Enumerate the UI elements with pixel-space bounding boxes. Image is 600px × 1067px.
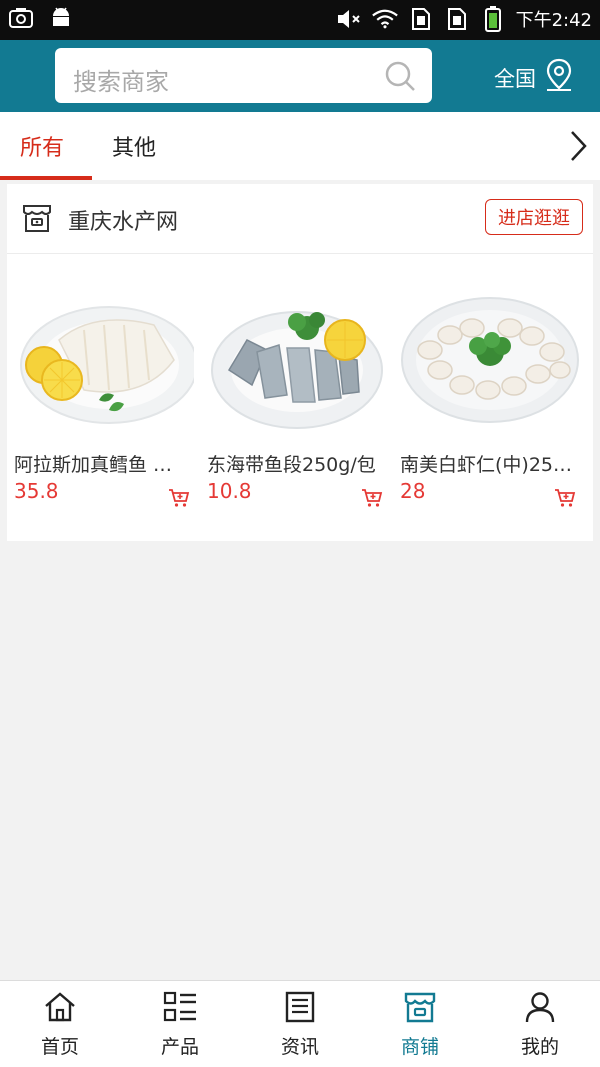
store-icon xyxy=(21,202,53,238)
product-card[interactable]: 东海带鱼段250g/包 10.8 xyxy=(207,270,389,507)
nav-news-label: 资讯 xyxy=(280,1036,319,1058)
nav-products[interactable]: 产品 xyxy=(120,981,240,1067)
region-label: 全国 xyxy=(494,66,536,91)
screenshot-icon xyxy=(8,5,34,31)
nav-shops[interactable]: 商铺 xyxy=(360,981,480,1067)
shop-card: 重庆水产网 进店逛逛 阿拉斯加真鳕鱼 … 35.8 东海带鱼段250g/包 10… xyxy=(7,184,593,541)
wifi-icon xyxy=(371,6,398,32)
nav-mine[interactable]: 我的 xyxy=(480,981,600,1067)
status-bar: 下午2:42 xyxy=(0,0,600,40)
search-box[interactable]: 搜索商家 xyxy=(55,48,432,103)
product-name[interactable]: 南美白虾仁(中)25… xyxy=(400,450,582,477)
search-icon[interactable] xyxy=(384,60,416,96)
shop-icon xyxy=(403,991,437,1028)
nav-mine-label: 我的 xyxy=(520,1036,559,1058)
category-tabs: 所有 其他 xyxy=(0,112,600,180)
nav-home[interactable]: 首页 xyxy=(0,981,120,1067)
app-header: 搜索商家 全国 xyxy=(0,40,600,112)
nav-news[interactable]: 资讯 xyxy=(240,981,360,1067)
home-icon xyxy=(43,991,77,1028)
product-card[interactable]: 阿拉斯加真鳕鱼 … 35.8 xyxy=(14,270,196,507)
product-name[interactable]: 东海带鱼段250g/包 xyxy=(207,450,389,477)
enter-shop-button[interactable]: 进店逛逛 xyxy=(485,199,583,235)
product-name[interactable]: 阿拉斯加真鳕鱼 … xyxy=(14,450,196,477)
product-image-hairtail[interactable] xyxy=(207,270,387,440)
user-icon xyxy=(523,991,557,1028)
nav-home-label: 首页 xyxy=(40,1036,79,1058)
mute-icon xyxy=(336,6,362,32)
bottom-nav: 首页 产品 资讯 商铺 我的 xyxy=(0,980,600,1067)
tab-active-indicator xyxy=(0,176,92,180)
region-selector[interactable]: 全国 xyxy=(494,58,574,97)
shop-name[interactable]: 重庆水产网 xyxy=(68,204,178,236)
chevron-right-icon[interactable] xyxy=(568,130,588,166)
shop-header[interactable]: 重庆水产网 进店逛逛 xyxy=(7,184,593,254)
sim2-icon xyxy=(444,6,470,32)
grid-list-icon xyxy=(163,991,197,1028)
sim1-icon xyxy=(408,6,434,32)
product-card[interactable]: 南美白虾仁(中)25… 28 xyxy=(400,270,582,507)
add-to-cart-icon[interactable] xyxy=(361,488,383,512)
android-icon xyxy=(48,5,74,31)
news-icon xyxy=(283,991,317,1028)
location-pin-icon xyxy=(544,58,574,97)
nav-shops-label: 商铺 xyxy=(400,1036,439,1058)
add-to-cart-icon[interactable] xyxy=(168,488,190,512)
product-image-shrimp[interactable] xyxy=(400,270,580,440)
status-time: 下午2:42 xyxy=(515,10,592,31)
tab-other[interactable]: 其他 xyxy=(112,130,156,162)
add-to-cart-icon[interactable] xyxy=(554,488,576,512)
search-placeholder: 搜索商家 xyxy=(73,68,169,96)
nav-products-label: 产品 xyxy=(160,1036,199,1058)
tab-all[interactable]: 所有 xyxy=(20,130,64,162)
product-image-cod[interactable] xyxy=(14,270,194,440)
battery-icon xyxy=(480,6,506,32)
